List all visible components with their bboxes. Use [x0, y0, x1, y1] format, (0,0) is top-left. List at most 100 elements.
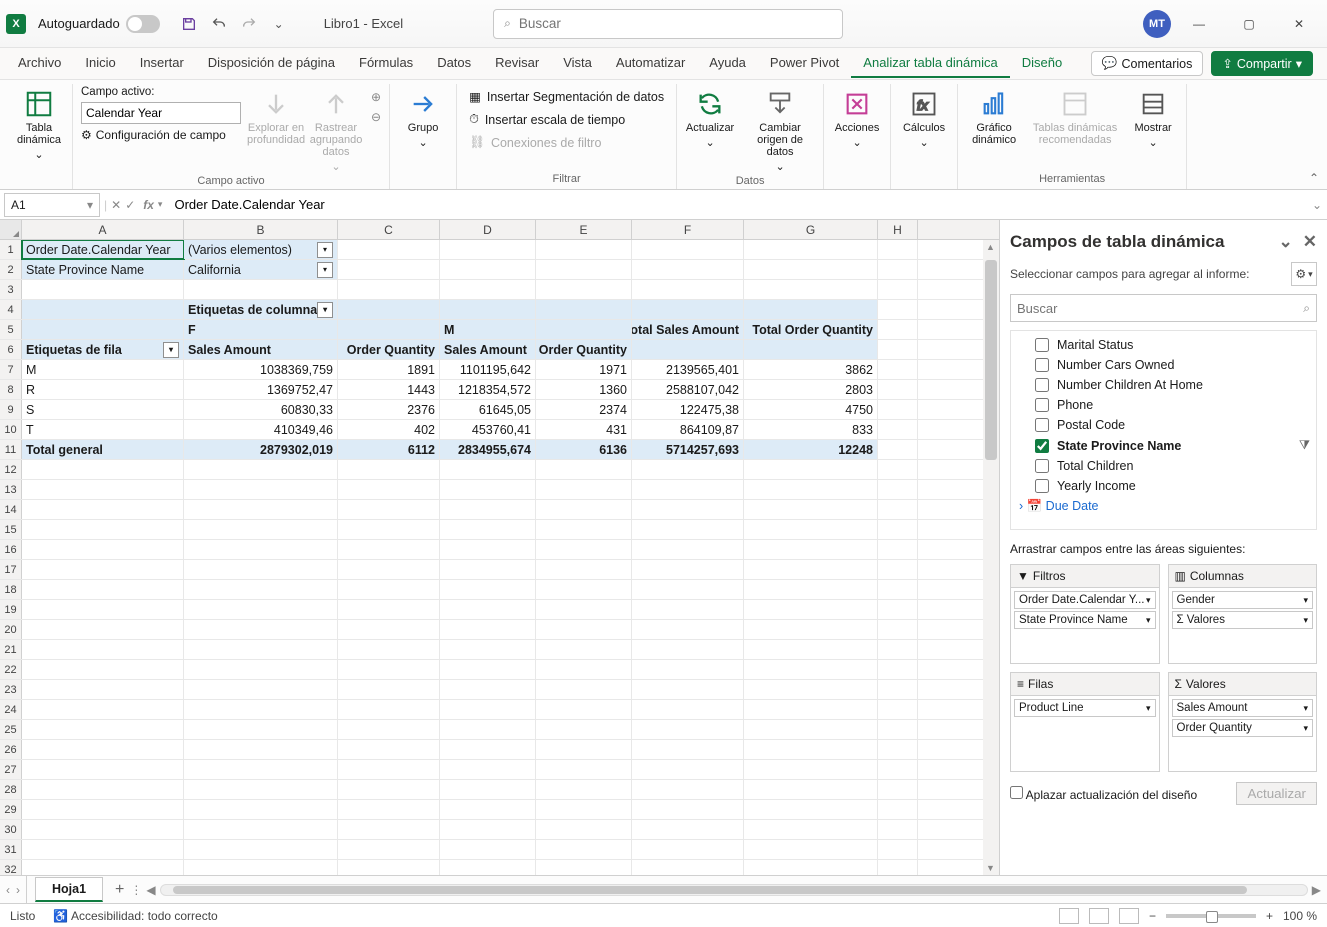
cell[interactable]	[440, 520, 536, 539]
cell[interactable]	[536, 300, 632, 319]
cell[interactable]	[184, 740, 338, 759]
cell[interactable]	[536, 560, 632, 579]
cancel-formula-icon[interactable]: ✕	[111, 198, 121, 212]
share-button[interactable]: ⇪Compartir▾	[1211, 51, 1313, 76]
filter-dropdown-icon[interactable]: ▾	[163, 342, 179, 358]
cell[interactable]	[878, 840, 918, 859]
cell[interactable]	[440, 620, 536, 639]
row-header[interactable]: 3	[0, 280, 22, 299]
cell[interactable]	[878, 380, 918, 399]
show-button[interactable]: Mostrar⌄	[1128, 84, 1178, 149]
cell[interactable]: 122475,38	[632, 400, 744, 419]
field-checkbox[interactable]	[1035, 439, 1049, 453]
tab-ayuda[interactable]: Ayuda	[697, 49, 758, 78]
cell[interactable]	[440, 500, 536, 519]
row-header[interactable]: 4	[0, 300, 22, 319]
cell[interactable]	[878, 320, 918, 339]
cell[interactable]	[22, 780, 184, 799]
cell[interactable]	[440, 240, 536, 259]
row-header[interactable]: 20	[0, 620, 22, 639]
row-header[interactable]: 18	[0, 580, 22, 599]
scroll-right-icon[interactable]: ▶	[1312, 883, 1321, 897]
cell[interactable]	[632, 620, 744, 639]
cell[interactable]: State Province Name	[22, 260, 184, 279]
row-header[interactable]: 2	[0, 260, 22, 279]
search-input[interactable]	[519, 16, 832, 31]
cell[interactable]	[184, 780, 338, 799]
cell[interactable]	[22, 620, 184, 639]
cell[interactable]	[536, 760, 632, 779]
cell[interactable]	[536, 680, 632, 699]
field-search[interactable]: ⌕	[1010, 294, 1317, 322]
row-header[interactable]: 24	[0, 700, 22, 719]
field-list[interactable]: Marital StatusNumber Cars OwnedNumber Ch…	[1010, 330, 1317, 530]
close-button[interactable]: ✕	[1277, 8, 1321, 40]
cell[interactable]: Order Quantity	[338, 340, 440, 359]
cell[interactable]	[632, 800, 744, 819]
cell[interactable]: M	[22, 360, 184, 379]
pivot-chart-button[interactable]: Gráfico dinámico	[966, 84, 1022, 146]
chevron-down-icon[interactable]: ⌄	[1279, 232, 1293, 252]
cell[interactable]: (Varios elementos)▾	[184, 240, 338, 259]
cell[interactable]	[338, 520, 440, 539]
cell[interactable]	[878, 580, 918, 599]
cell[interactable]	[632, 720, 744, 739]
row-header[interactable]: 17	[0, 560, 22, 579]
area-item[interactable]: Σ Valores▾	[1172, 611, 1314, 629]
cell[interactable]	[632, 460, 744, 479]
filter-dropdown-icon[interactable]: ▾	[317, 242, 333, 258]
cell[interactable]	[338, 620, 440, 639]
cell[interactable]	[184, 800, 338, 819]
insert-timeline-button[interactable]: ⏱Insertar escala de tiempo	[465, 109, 668, 130]
cell[interactable]	[22, 840, 184, 859]
cell[interactable]: California▾	[184, 260, 338, 279]
cell[interactable]	[744, 300, 878, 319]
cell[interactable]	[744, 340, 878, 359]
field-item[interactable]: Yearly Income	[1011, 476, 1316, 496]
cell[interactable]	[440, 460, 536, 479]
cell[interactable]: R	[22, 380, 184, 399]
column-header[interactable]: H	[878, 220, 918, 239]
cell[interactable]	[744, 800, 878, 819]
row-header[interactable]: 23	[0, 680, 22, 699]
active-field-input[interactable]	[81, 102, 241, 124]
field-pane-options[interactable]: ⚙▾	[1291, 262, 1317, 286]
cell[interactable]: 1101195,642	[440, 360, 536, 379]
row-header[interactable]: 29	[0, 800, 22, 819]
cell[interactable]	[744, 740, 878, 759]
cell[interactable]	[338, 240, 440, 259]
row-header[interactable]: 15	[0, 520, 22, 539]
cell[interactable]	[22, 680, 184, 699]
cell[interactable]	[536, 260, 632, 279]
accessibility-status[interactable]: ♿ Accesibilidad: todo correcto	[53, 909, 217, 923]
column-header[interactable]: G	[744, 220, 878, 239]
zoom-in-button[interactable]: +	[1266, 909, 1273, 923]
cell[interactable]	[184, 540, 338, 559]
row-header[interactable]: 12	[0, 460, 22, 479]
cell[interactable]	[878, 820, 918, 839]
cell[interactable]	[878, 860, 918, 875]
cell[interactable]: 453760,41	[440, 420, 536, 439]
filter-dropdown-icon[interactable]: ▾	[317, 262, 333, 278]
cell[interactable]	[744, 780, 878, 799]
autosave-toggle[interactable]	[126, 15, 160, 33]
cell[interactable]	[878, 660, 918, 679]
cell[interactable]: Order Quantity	[536, 340, 632, 359]
cell[interactable]	[632, 240, 744, 259]
row-header[interactable]: 22	[0, 660, 22, 679]
minimize-button[interactable]: —	[1177, 8, 1221, 40]
cell[interactable]	[440, 860, 536, 875]
cell[interactable]	[22, 320, 184, 339]
normal-view-button[interactable]	[1059, 908, 1079, 924]
field-search-input[interactable]	[1017, 301, 1303, 316]
cell[interactable]	[22, 720, 184, 739]
fx-icon[interactable]: fx	[143, 198, 154, 212]
row-header[interactable]: 27	[0, 760, 22, 779]
cell[interactable]	[878, 300, 918, 319]
cell[interactable]	[184, 680, 338, 699]
cell[interactable]	[878, 540, 918, 559]
cell[interactable]: 1360	[536, 380, 632, 399]
cell[interactable]	[744, 820, 878, 839]
cell[interactable]	[338, 640, 440, 659]
cell[interactable]	[184, 560, 338, 579]
